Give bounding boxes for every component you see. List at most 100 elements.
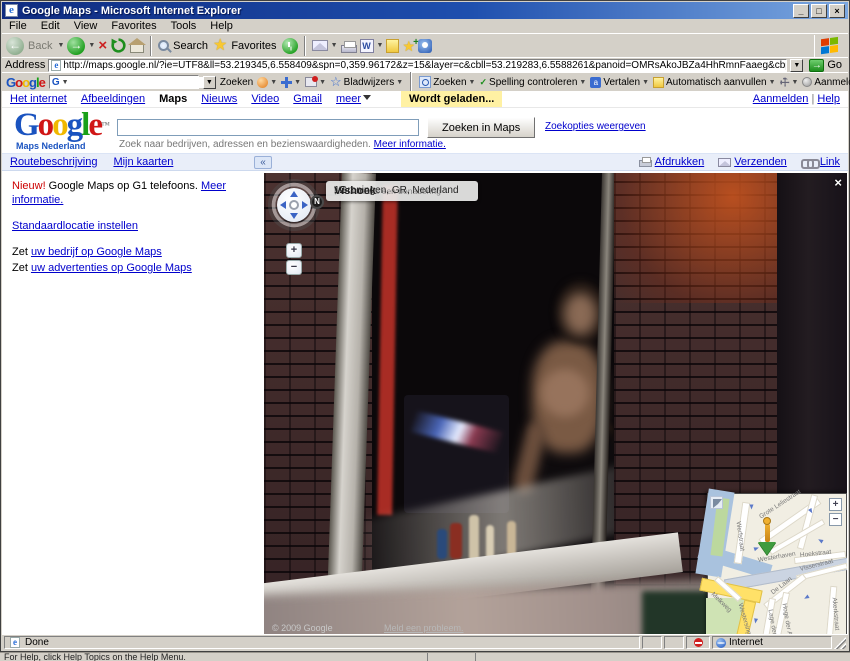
close-street-view-icon[interactable]: ×	[834, 175, 842, 190]
find-button[interactable]: Zoeken▼	[419, 76, 475, 88]
search-label[interactable]: Search	[173, 40, 208, 52]
tab-my-maps[interactable]: Mijn kaarten	[113, 156, 173, 168]
address-dropdown-icon[interactable]: ▼	[790, 59, 803, 72]
site-search-button[interactable]: ▼	[257, 77, 277, 88]
send-action[interactable]: Verzenden	[718, 156, 787, 168]
menu-favorites[interactable]: Favorites	[104, 20, 163, 32]
outer-status-pane	[476, 653, 850, 661]
back-icon[interactable]: ←	[6, 37, 24, 55]
address-input[interactable]	[63, 60, 786, 71]
nav-link-images[interactable]: Afbeeldingen	[81, 93, 145, 105]
zoom-in-button[interactable]: +	[286, 243, 302, 258]
help-link[interactable]: Help	[817, 93, 840, 105]
add-favorite-icon[interactable]: ★	[402, 39, 415, 53]
pegman-marker-arrow[interactable]	[758, 542, 776, 555]
page-icon: e	[10, 637, 20, 648]
print-icon[interactable]	[341, 45, 357, 53]
link-action[interactable]: Link	[801, 156, 840, 168]
outer-status-text: For Help, click Help Topics on the Help …	[0, 653, 428, 661]
pan-up-icon[interactable]	[290, 191, 298, 197]
maps-search-button[interactable]: Zoeken in Maps	[427, 117, 535, 138]
north-indicator[interactable]: N	[310, 195, 324, 209]
default-location-link[interactable]: Standaardlocatie instellen	[12, 220, 138, 232]
business-item: Zet uw bedrijf op Google Maps	[12, 245, 254, 259]
loading-badge: Wordt geladen...	[401, 91, 502, 107]
add-tools-button[interactable]: ▼	[281, 77, 301, 88]
status-pane	[664, 636, 684, 649]
spellcheck-button[interactable]: ✓Spelling controleren▼	[479, 77, 586, 88]
minimize-button[interactable]: _	[793, 4, 809, 18]
minimap-collapse-icon[interactable]	[710, 496, 723, 509]
maps-search-input[interactable]	[117, 119, 419, 136]
menu-edit[interactable]: Edit	[34, 20, 67, 32]
zoom-out-button[interactable]: −	[286, 260, 302, 275]
minimap-zoom-out-button[interactable]: −	[829, 513, 842, 526]
collapse-sidebar-button[interactable]: «	[254, 156, 272, 169]
menu-view[interactable]: View	[67, 20, 105, 32]
mini-map[interactable]: Grote Leliestraat Werfstraat Westerhaven…	[707, 493, 847, 634]
minimap-zoom-in-button[interactable]: +	[829, 498, 842, 511]
google-search-field: G ▼	[49, 75, 199, 89]
history-icon[interactable]	[282, 38, 298, 54]
report-problem-link[interactable]: Meld een probleem.	[384, 623, 464, 633]
maps-tabs: Routebeschrijving Mijn kaarten	[10, 156, 173, 168]
blocked-icon	[694, 638, 703, 647]
pan-grab-icon[interactable]	[289, 200, 299, 210]
back-dropdown-icon[interactable]: ▼	[57, 42, 64, 49]
autofill-button[interactable]: Automatisch aanvullen▼	[653, 77, 776, 88]
google-search-dropdown-icon[interactable]: ▼	[203, 76, 216, 89]
google-search-button[interactable]: Zoeken	[220, 77, 253, 88]
pegman-icon[interactable]	[765, 524, 770, 542]
ads-link[interactable]: uw advertenties op Google Maps	[31, 262, 192, 274]
mail-dropdown-icon[interactable]: ▼	[331, 42, 338, 49]
edit-word-icon[interactable]	[360, 39, 374, 53]
menu-tools[interactable]: Tools	[164, 20, 204, 32]
business-link[interactable]: uw bedrijf op Google Maps	[31, 246, 162, 258]
stop-icon[interactable]: ×	[98, 38, 107, 53]
forward-icon[interactable]: →	[67, 37, 85, 55]
favorites-label[interactable]: Favorites	[231, 40, 276, 52]
g-dropdown-icon[interactable]: ▼	[62, 79, 69, 86]
pan-down-icon[interactable]	[290, 213, 298, 219]
favorites-icon[interactable]: ★	[213, 38, 227, 54]
refresh-icon[interactable]	[110, 37, 127, 54]
windows-logo-panel	[814, 35, 844, 57]
translate-button[interactable]: aVertalen▼	[590, 77, 649, 88]
street-view-panel[interactable]: N + − 12 Vishoek, Groningen, GR, Nederla…	[264, 173, 847, 634]
menu-file[interactable]: File	[2, 20, 34, 32]
go-arrow-icon: →	[809, 59, 824, 72]
edit-dropdown-icon[interactable]: ▼	[377, 42, 384, 49]
close-button[interactable]: ×	[829, 4, 845, 18]
address-info-box: 12 Vishoek, Groningen, GR, Nederland Het…	[326, 181, 478, 201]
signin-link[interactable]: Aanmelden	[753, 93, 809, 105]
go-button[interactable]: → Go	[806, 59, 845, 72]
toolbar-settings-button[interactable]: ⚒▼	[780, 76, 799, 89]
print-action[interactable]: Afdrukken	[639, 156, 705, 168]
nav-link-more[interactable]: meer	[336, 93, 371, 105]
page-content: Het internet Afbeeldingen Maps Nieuws Vi…	[2, 91, 848, 634]
search-options-link[interactable]: Zoekopties weergeven	[545, 121, 646, 132]
toolbar-signin-button[interactable]: Aanmelden▼	[802, 77, 850, 88]
maximize-button[interactable]: □	[811, 4, 827, 18]
nav-link-gmail[interactable]: Gmail	[293, 93, 322, 105]
forward-dropdown-icon[interactable]: ▼	[88, 42, 95, 49]
home-icon[interactable]	[130, 44, 144, 53]
tab-directions[interactable]: Routebeschrijving	[10, 156, 97, 168]
hint-more-info-link[interactable]: Meer informatie.	[374, 139, 446, 150]
nav-link-video[interactable]: Video	[251, 93, 279, 105]
messenger-icon[interactable]	[418, 39, 432, 53]
popup-blocker-button[interactable]: ▼	[305, 77, 326, 87]
discuss-icon[interactable]	[386, 39, 399, 53]
pan-left-icon[interactable]	[280, 201, 286, 209]
find-icon	[419, 76, 431, 88]
one-way-arrow-icon	[750, 505, 754, 512]
nav-link-web[interactable]: Het internet	[10, 93, 67, 105]
pan-right-icon[interactable]	[302, 201, 308, 209]
mail-icon[interactable]	[312, 40, 328, 51]
nav-link-news[interactable]: Nieuws	[201, 93, 237, 105]
bookmarks-button[interactable]: ☆Bladwijzers▼	[330, 76, 403, 88]
menu-help[interactable]: Help	[203, 20, 240, 32]
resize-grip[interactable]	[834, 637, 846, 649]
search-icon[interactable]	[158, 40, 169, 51]
google-search-input[interactable]	[71, 77, 203, 88]
